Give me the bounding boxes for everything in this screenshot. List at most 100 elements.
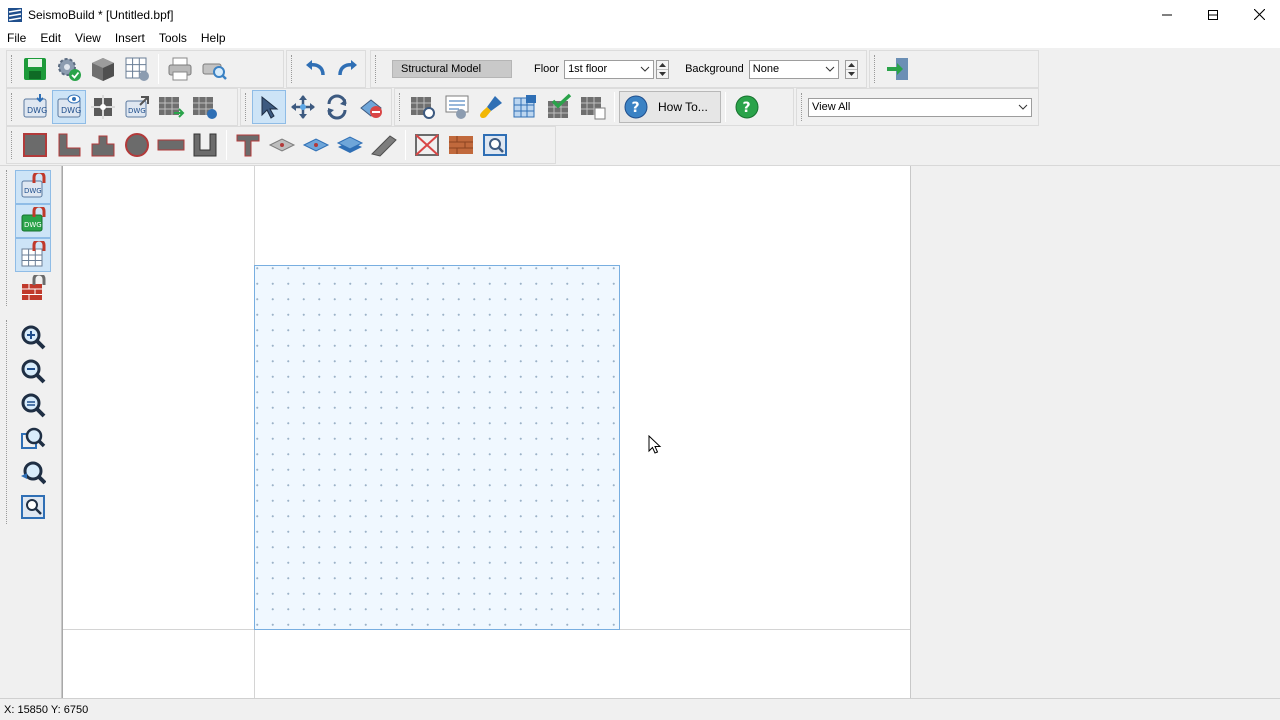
circular-column-button[interactable] bbox=[120, 128, 154, 162]
u-wall-button[interactable] bbox=[188, 128, 222, 162]
minimize-icon bbox=[1162, 14, 1172, 15]
grid-magnet-tool[interactable] bbox=[15, 238, 51, 272]
settings-button[interactable] bbox=[52, 52, 86, 86]
l-column-button[interactable] bbox=[52, 128, 86, 162]
background-spinner[interactable] bbox=[844, 59, 858, 79]
slab-blue-button[interactable] bbox=[299, 128, 333, 162]
view-select[interactable]: View All bbox=[808, 97, 1032, 117]
copy-floor-button[interactable] bbox=[154, 90, 188, 124]
3d-view-button[interactable] bbox=[86, 52, 120, 86]
undo-button[interactable] bbox=[298, 52, 332, 86]
t-column-button[interactable] bbox=[86, 128, 120, 162]
question-circle-icon: ? bbox=[624, 95, 648, 119]
floor-report-button[interactable] bbox=[576, 90, 610, 124]
check-model-button[interactable] bbox=[542, 90, 576, 124]
chevron-down-icon bbox=[640, 66, 650, 72]
save-icon bbox=[24, 58, 46, 80]
rotate-tool-button[interactable] bbox=[320, 90, 354, 124]
zoom-in-button[interactable] bbox=[15, 320, 51, 354]
mesh-button[interactable] bbox=[508, 90, 542, 124]
menu-file[interactable]: File bbox=[0, 29, 33, 48]
zoom-pan-icon bbox=[21, 461, 46, 485]
background-label: Background bbox=[685, 63, 744, 75]
pan-zoom-button[interactable] bbox=[15, 456, 51, 490]
floor-select[interactable]: 1st floor bbox=[564, 59, 655, 79]
wall-button[interactable] bbox=[154, 128, 188, 162]
analysis-toolbar: ? How To... ? bbox=[394, 88, 794, 126]
paint-button[interactable] bbox=[474, 90, 508, 124]
circular-column-icon bbox=[125, 133, 149, 157]
import-dwg-button[interactable]: DWG bbox=[18, 90, 52, 124]
menu-view[interactable]: View bbox=[68, 29, 108, 48]
floor-report-icon bbox=[581, 97, 606, 120]
spin-down-icon[interactable] bbox=[846, 70, 857, 78]
background-select[interactable]: None bbox=[748, 59, 839, 79]
zoom-fit-icon bbox=[21, 393, 46, 418]
floor-plan-area[interactable] bbox=[254, 265, 620, 630]
zoom-out-button[interactable] bbox=[15, 354, 51, 388]
dwg-column-tool[interactable]: DWG bbox=[15, 204, 51, 238]
slab-button[interactable] bbox=[265, 128, 299, 162]
zoom-window-tool[interactable] bbox=[15, 422, 51, 456]
brick-magnet-tool[interactable] bbox=[15, 272, 51, 306]
close-button[interactable] bbox=[1236, 0, 1280, 29]
menu-edit[interactable]: Edit bbox=[33, 29, 68, 48]
menu-help[interactable]: Help bbox=[194, 29, 233, 48]
dwg-import-tool[interactable]: DWG bbox=[15, 170, 51, 204]
dwg-tools-section: DWG DWG bbox=[6, 170, 60, 306]
redo-button[interactable] bbox=[331, 52, 365, 86]
structural-model-button[interactable]: Structural Model bbox=[392, 60, 512, 78]
code-document-icon bbox=[445, 95, 469, 119]
dwg-column-icon: DWG bbox=[21, 207, 46, 232]
dwg-magnet-icon: DWG bbox=[21, 173, 46, 198]
how-to-button[interactable]: ? How To... bbox=[619, 91, 721, 123]
menu-insert[interactable]: Insert bbox=[108, 29, 152, 48]
view-floor-button[interactable] bbox=[406, 90, 440, 124]
snap-node-icon bbox=[91, 95, 115, 119]
drawing-canvas[interactable] bbox=[62, 166, 910, 698]
ramp-button[interactable] bbox=[367, 128, 401, 162]
masonry-wall-button[interactable] bbox=[444, 128, 478, 162]
model-toolbar: Structural Model Floor 1st floor Backgro… bbox=[370, 50, 867, 88]
zoom-tools-section bbox=[6, 320, 60, 524]
rotate-icon bbox=[327, 94, 347, 120]
toolbar-area: Structural Model Floor 1st floor Backgro… bbox=[0, 48, 1280, 166]
move-tool-button[interactable] bbox=[286, 90, 320, 124]
print-button[interactable] bbox=[163, 52, 197, 86]
zoom-fit-button[interactable] bbox=[15, 388, 51, 422]
cursor-coordinates: X: 15850 Y: 6750 bbox=[4, 704, 89, 716]
save-button[interactable] bbox=[18, 52, 52, 86]
zoom-extents-button[interactable] bbox=[15, 490, 51, 524]
stair-slab-button[interactable] bbox=[333, 128, 367, 162]
code-settings-button[interactable] bbox=[440, 90, 474, 124]
menu-tools[interactable]: Tools bbox=[152, 29, 194, 48]
delete-tool-button[interactable] bbox=[354, 90, 388, 124]
help-button[interactable]: ? bbox=[730, 90, 764, 124]
snap-button[interactable] bbox=[86, 90, 120, 124]
exit-door-icon bbox=[887, 58, 908, 80]
svg-text:DWG: DWG bbox=[27, 106, 47, 115]
dwg-layer-button[interactable]: DWG bbox=[52, 90, 86, 124]
beam-button[interactable] bbox=[231, 128, 265, 162]
select-tool-button[interactable] bbox=[252, 90, 286, 124]
zoom-window-button[interactable] bbox=[478, 128, 512, 162]
infill-button[interactable] bbox=[410, 128, 444, 162]
stacked-slab-icon bbox=[336, 136, 364, 153]
chevron-down-icon bbox=[825, 66, 835, 72]
spin-up-icon[interactable] bbox=[657, 61, 669, 70]
rect-column-button[interactable] bbox=[18, 128, 52, 162]
slab-blue-icon bbox=[302, 138, 330, 152]
floor-spinner[interactable] bbox=[656, 59, 670, 79]
spin-up-icon[interactable] bbox=[845, 61, 857, 70]
floor-properties-button[interactable] bbox=[188, 90, 222, 124]
undo-icon bbox=[305, 60, 325, 76]
minimize-button-real[interactable] bbox=[1144, 0, 1190, 29]
zoom-rectangle-icon bbox=[21, 427, 46, 449]
print-preview-button[interactable] bbox=[197, 52, 231, 86]
exit-button[interactable] bbox=[881, 52, 915, 86]
maximize-button[interactable] bbox=[1190, 0, 1236, 29]
export-dwg-button[interactable]: DWG bbox=[120, 90, 154, 124]
spin-down-icon[interactable] bbox=[657, 70, 668, 78]
grid-settings-button[interactable] bbox=[120, 52, 154, 86]
mesh-frame-icon bbox=[513, 95, 536, 118]
